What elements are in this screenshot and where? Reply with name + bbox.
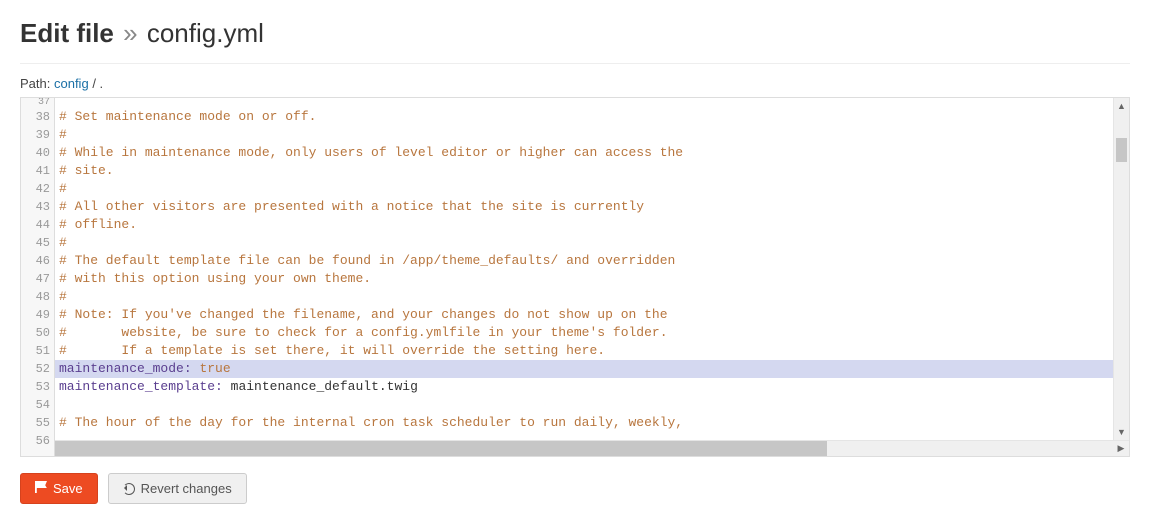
save-button-label: Save <box>53 481 83 496</box>
yaml-value: true <box>199 361 230 376</box>
line-number: 45 <box>21 234 54 252</box>
path-folder-link[interactable]: config <box>54 76 89 91</box>
line-number: 42 <box>21 180 54 198</box>
code-line[interactable]: # offline. <box>55 216 1129 234</box>
comment-text: # <box>59 127 67 142</box>
horizontal-scrollbar[interactable]: ▶ <box>55 440 1129 456</box>
code-line[interactable]: # Note: If you've changed the filename, … <box>55 306 1129 324</box>
comment-text: # The default template file can be found… <box>59 253 675 268</box>
code-line[interactable]: # The default template file can be found… <box>55 252 1129 270</box>
line-number: 37 <box>21 98 54 108</box>
scroll-right-icon[interactable]: ▶ <box>1113 441 1129 456</box>
code-line[interactable]: # site. <box>55 162 1129 180</box>
scroll-up-icon[interactable]: ▲ <box>1114 98 1129 114</box>
line-number: 50 <box>21 324 54 342</box>
button-row: Save Revert changes <box>20 473 1130 504</box>
comment-text: # Note: If you've changed the filename, … <box>59 307 668 322</box>
code-line[interactable]: # website, be sure to check for a config… <box>55 324 1129 342</box>
yaml-value: maintenance_default.twig <box>231 379 418 394</box>
page-header: Edit file » config.yml <box>20 0 1130 64</box>
code-line[interactable]: # If a template is set there, it will ov… <box>55 342 1129 360</box>
title-prefix: Edit file <box>20 18 114 48</box>
comment-text: # site. <box>59 163 114 178</box>
comment-text: # website, be sure to check for a config… <box>59 325 668 340</box>
comment-text: # If a template is set there, it will ov… <box>59 343 605 358</box>
line-number: 41 <box>21 162 54 180</box>
code-line[interactable]: # The hour of the day for the internal c… <box>55 414 1129 432</box>
comment-text: # Set maintenance mode on or off. <box>59 109 316 124</box>
page-title: Edit file » config.yml <box>20 18 1130 49</box>
flag-icon <box>35 481 47 496</box>
path-suffix: / . <box>92 76 103 91</box>
line-number: 55 <box>21 414 54 432</box>
breadcrumb: Path: config / . <box>20 76 1130 91</box>
code-line[interactable]: # Set maintenance mode on or off. <box>55 108 1129 126</box>
comment-text: # offline. <box>59 217 137 232</box>
code-line[interactable]: # with this option using your own theme. <box>55 270 1129 288</box>
code-line[interactable]: maintenance_template: maintenance_defaul… <box>55 378 1129 396</box>
line-number: 44 <box>21 216 54 234</box>
editor-gutter: 3738394041424344454647484950515253545556 <box>21 98 55 456</box>
save-button[interactable]: Save <box>20 473 98 504</box>
comment-text: # <box>59 235 67 250</box>
comment-text: # All other visitors are presented with … <box>59 199 644 214</box>
line-number: 40 <box>21 144 54 162</box>
code-line[interactable]: # All other visitors are presented with … <box>55 198 1129 216</box>
yaml-key: maintenance_template <box>59 379 215 394</box>
line-number: 54 <box>21 396 54 414</box>
code-editor[interactable]: 3738394041424344454647484950515253545556… <box>20 97 1130 457</box>
line-number: 38 <box>21 108 54 126</box>
editor-code-area[interactable]: # Set maintenance mode on or off. # # Whil… <box>55 98 1129 456</box>
scroll-down-icon[interactable]: ▼ <box>1114 424 1129 440</box>
code-line[interactable] <box>55 98 1129 108</box>
revert-button[interactable]: Revert changes <box>108 473 247 504</box>
comment-text: # <box>59 181 67 196</box>
code-line[interactable]: # <box>55 126 1129 144</box>
line-number: 53 <box>21 378 54 396</box>
revert-icon <box>123 483 135 495</box>
comment-text: # with this option using your own theme. <box>59 271 371 286</box>
revert-button-label: Revert changes <box>141 481 232 496</box>
line-number: 52 <box>21 360 54 378</box>
comment-text: # While in maintenance mode, only users … <box>59 145 683 160</box>
line-number: 56 <box>21 432 54 450</box>
code-line[interactable]: # While in maintenance mode, only users … <box>55 144 1129 162</box>
line-number: 46 <box>21 252 54 270</box>
line-number: 39 <box>21 126 54 144</box>
line-number: 49 <box>21 306 54 324</box>
line-number: 43 <box>21 198 54 216</box>
code-line[interactable] <box>55 396 1129 414</box>
vertical-scroll-thumb[interactable] <box>1116 138 1127 162</box>
code-line[interactable]: # <box>55 180 1129 198</box>
yaml-key: maintenance_mode <box>59 361 184 376</box>
comment-text: # <box>59 289 67 304</box>
code-line[interactable]: maintenance_mode: true <box>55 360 1129 378</box>
title-filename: config.yml <box>147 18 264 48</box>
line-number: 47 <box>21 270 54 288</box>
code-line[interactable]: # <box>55 288 1129 306</box>
comment-text: # The hour of the day for the internal c… <box>59 415 683 430</box>
chevron-icon: » <box>121 18 139 48</box>
line-number: 48 <box>21 288 54 306</box>
line-number: 51 <box>21 342 54 360</box>
code-line[interactable]: # <box>55 234 1129 252</box>
horizontal-scroll-thumb[interactable] <box>55 441 827 456</box>
path-label: Path: <box>20 76 50 91</box>
vertical-scrollbar[interactable]: ▲ ▼ <box>1113 98 1129 440</box>
